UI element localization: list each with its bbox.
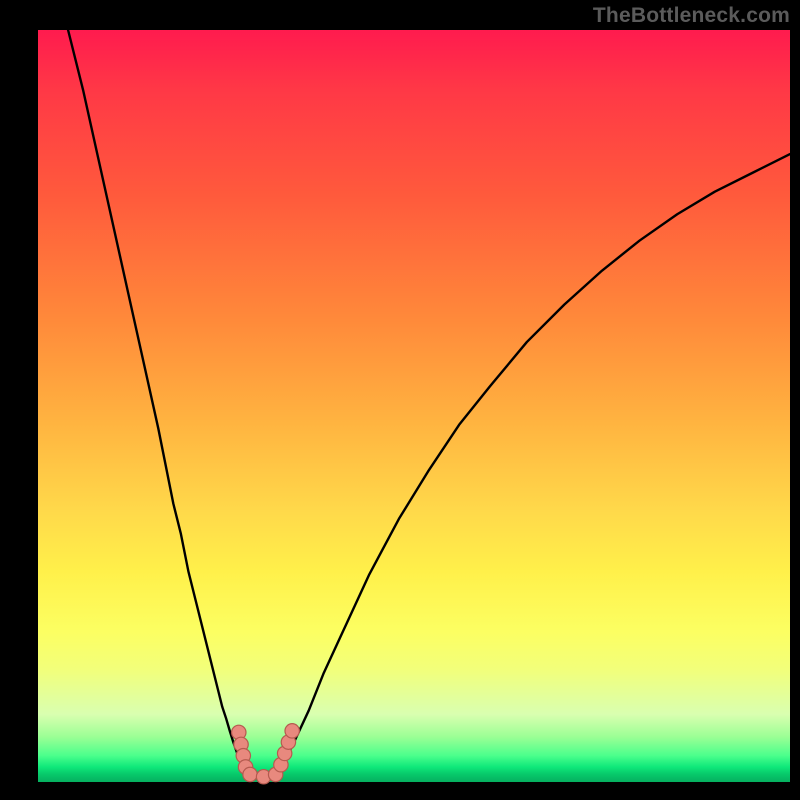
markers-group [232,724,300,784]
chart-frame: TheBottleneck.com [0,0,800,800]
marker-floor-dot-1 [243,767,257,781]
plot-area [38,30,790,782]
chart-svg [38,30,790,782]
series-left-curve [68,30,245,773]
curves-group [68,30,790,777]
watermark-text: TheBottleneck.com [593,4,790,28]
marker-right-dot-upper [285,724,299,738]
series-right-curve [279,154,790,771]
